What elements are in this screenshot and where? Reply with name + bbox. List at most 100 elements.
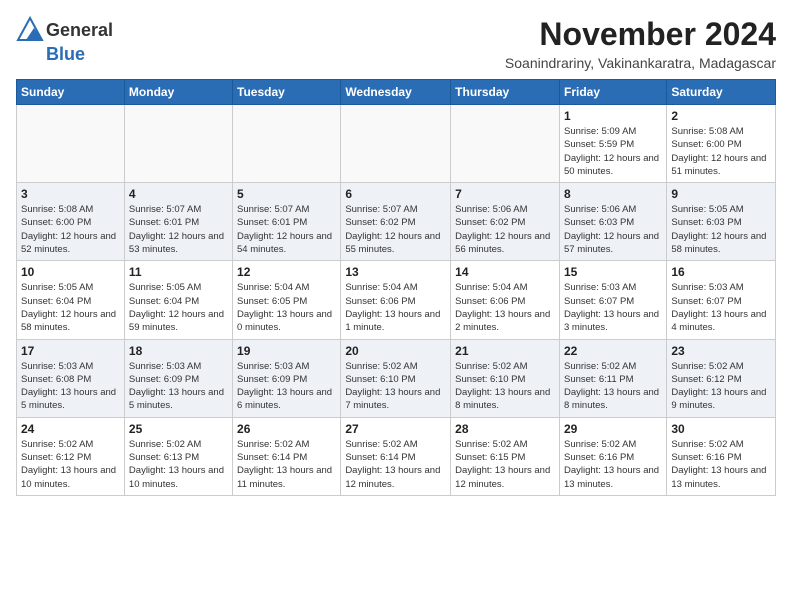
calendar-day-25: 25 Sunrise: 5:02 AM Sunset: 6:13 PM Dayli… (124, 417, 232, 495)
day-number: 13 (345, 265, 446, 279)
calendar-day-16: 16 Sunrise: 5:03 AM Sunset: 6:07 PM Dayli… (667, 261, 776, 339)
day-info: Sunrise: 5:07 AM Sunset: 6:01 PM Dayligh… (129, 203, 228, 256)
day-number: 30 (671, 422, 771, 436)
calendar-header-row: SundayMondayTuesdayWednesdayThursdayFrid… (17, 80, 776, 105)
calendar-empty-cell (233, 105, 341, 183)
day-info: Sunrise: 5:02 AM Sunset: 6:10 PM Dayligh… (455, 360, 555, 413)
calendar-day-1: 1Sunrise: 5:09 AM Sunset: 5:59 PM Daylig… (559, 105, 666, 183)
calendar-header-saturday: Saturday (667, 80, 776, 105)
day-info: Sunrise: 5:04 AM Sunset: 6:06 PM Dayligh… (345, 281, 446, 334)
day-info: Sunrise: 5:02 AM Sunset: 6:16 PM Dayligh… (671, 438, 771, 491)
calendar-day-20: 20 Sunrise: 5:02 AM Sunset: 6:10 PM Dayli… (341, 339, 451, 417)
calendar-empty-cell (341, 105, 451, 183)
day-info: Sunrise: 5:07 AM Sunset: 6:01 PM Dayligh… (237, 203, 336, 256)
calendar-header-sunday: Sunday (17, 80, 125, 105)
calendar-header-wednesday: Wednesday (341, 80, 451, 105)
calendar-header-thursday: Thursday (451, 80, 560, 105)
day-number: 6 (345, 187, 446, 201)
day-info: Sunrise: 5:03 AM Sunset: 6:08 PM Dayligh… (21, 360, 120, 413)
day-info: Sunrise: 5:02 AM Sunset: 6:15 PM Dayligh… (455, 438, 555, 491)
calendar-header-monday: Monday (124, 80, 232, 105)
day-info: Sunrise: 5:04 AM Sunset: 6:05 PM Dayligh… (237, 281, 336, 334)
calendar-day-3: 3 Sunrise: 5:08 AM Sunset: 6:00 PM Daylig… (17, 183, 125, 261)
day-info: Sunrise: 5:07 AM Sunset: 6:02 PM Dayligh… (345, 203, 446, 256)
calendar-header-friday: Friday (559, 80, 666, 105)
day-info: Sunrise: 5:05 AM Sunset: 6:03 PM Dayligh… (671, 203, 771, 256)
calendar-day-15: 15Sunrise: 5:03 AM Sunset: 6:07 PM Dayli… (559, 261, 666, 339)
day-info: Sunrise: 5:06 AM Sunset: 6:02 PM Dayligh… (455, 203, 555, 256)
header: General Blue November 2024 Soanindrariny… (16, 16, 776, 71)
day-number: 29 (564, 422, 662, 436)
calendar-day-8: 8 Sunrise: 5:06 AM Sunset: 6:03 PM Daylig… (559, 183, 666, 261)
day-number: 22 (564, 344, 662, 358)
calendar-empty-cell (124, 105, 232, 183)
calendar-day-26: 26 Sunrise: 5:02 AM Sunset: 6:14 PM Dayli… (233, 417, 341, 495)
calendar: SundayMondayTuesdayWednesdayThursdayFrid… (16, 79, 776, 496)
day-info: Sunrise: 5:02 AM Sunset: 6:11 PM Dayligh… (564, 360, 662, 413)
day-info: Sunrise: 5:08 AM Sunset: 6:00 PM Dayligh… (21, 203, 120, 256)
day-number: 16 (671, 265, 771, 279)
calendar-day-28: 28 Sunrise: 5:02 AM Sunset: 6:15 PM Dayli… (451, 417, 560, 495)
day-number: 12 (237, 265, 336, 279)
calendar-day-12: 12 Sunrise: 5:04 AM Sunset: 6:05 PM Dayli… (233, 261, 341, 339)
calendar-header-tuesday: Tuesday (233, 80, 341, 105)
calendar-day-7: 7Sunrise: 5:06 AM Sunset: 6:02 PM Daylig… (451, 183, 560, 261)
calendar-day-10: 10Sunrise: 5:05 AM Sunset: 6:04 PM Dayli… (17, 261, 125, 339)
title-area: November 2024 Soanindrariny, Vakinankara… (505, 16, 776, 71)
day-info: Sunrise: 5:03 AM Sunset: 6:09 PM Dayligh… (129, 360, 228, 413)
calendar-empty-cell (17, 105, 125, 183)
calendar-day-18: 18 Sunrise: 5:03 AM Sunset: 6:09 PM Dayli… (124, 339, 232, 417)
day-number: 25 (129, 422, 228, 436)
day-number: 15 (564, 265, 662, 279)
month-title: November 2024 (505, 16, 776, 53)
day-number: 19 (237, 344, 336, 358)
calendar-day-30: 30 Sunrise: 5:02 AM Sunset: 6:16 PM Dayli… (667, 417, 776, 495)
day-number: 23 (671, 344, 771, 358)
calendar-day-21: 21 Sunrise: 5:02 AM Sunset: 6:10 PM Dayli… (451, 339, 560, 417)
calendar-day-6: 6 Sunrise: 5:07 AM Sunset: 6:02 PM Daylig… (341, 183, 451, 261)
calendar-day-22: 22 Sunrise: 5:02 AM Sunset: 6:11 PM Dayli… (559, 339, 666, 417)
calendar-day-23: 23Sunrise: 5:02 AM Sunset: 6:12 PM Dayli… (667, 339, 776, 417)
calendar-day-29: 29 Sunrise: 5:02 AM Sunset: 6:16 PM Dayli… (559, 417, 666, 495)
day-number: 9 (671, 187, 771, 201)
day-number: 24 (21, 422, 120, 436)
day-number: 26 (237, 422, 336, 436)
day-number: 20 (345, 344, 446, 358)
calendar-day-4: 4 Sunrise: 5:07 AM Sunset: 6:01 PM Daylig… (124, 183, 232, 261)
day-info: Sunrise: 5:03 AM Sunset: 6:09 PM Dayligh… (237, 360, 336, 413)
day-number: 1 (564, 109, 662, 123)
calendar-day-14: 14Sunrise: 5:04 AM Sunset: 6:06 PM Dayli… (451, 261, 560, 339)
day-number: 3 (21, 187, 120, 201)
logo: General Blue (16, 16, 113, 65)
day-number: 18 (129, 344, 228, 358)
day-info: Sunrise: 5:08 AM Sunset: 6:00 PM Dayligh… (671, 125, 771, 178)
calendar-empty-cell (451, 105, 560, 183)
day-info: Sunrise: 5:02 AM Sunset: 6:10 PM Dayligh… (345, 360, 446, 413)
calendar-day-13: 13 Sunrise: 5:04 AM Sunset: 6:06 PM Dayli… (341, 261, 451, 339)
day-info: Sunrise: 5:02 AM Sunset: 6:13 PM Dayligh… (129, 438, 228, 491)
calendar-week-row: 24 Sunrise: 5:02 AM Sunset: 6:12 PM Dayli… (17, 417, 776, 495)
day-number: 5 (237, 187, 336, 201)
calendar-day-19: 19 Sunrise: 5:03 AM Sunset: 6:09 PM Dayli… (233, 339, 341, 417)
day-info: Sunrise: 5:03 AM Sunset: 6:07 PM Dayligh… (671, 281, 771, 334)
logo-general: General (46, 20, 113, 41)
location-title: Soanindrariny, Vakinankaratra, Madagasca… (505, 55, 776, 71)
day-info: Sunrise: 5:05 AM Sunset: 6:04 PM Dayligh… (129, 281, 228, 334)
logo-blue: Blue (46, 44, 85, 65)
day-number: 28 (455, 422, 555, 436)
calendar-week-row: 1Sunrise: 5:09 AM Sunset: 5:59 PM Daylig… (17, 105, 776, 183)
logo-icon (16, 16, 44, 44)
day-info: Sunrise: 5:06 AM Sunset: 6:03 PM Dayligh… (564, 203, 662, 256)
day-number: 8 (564, 187, 662, 201)
day-number: 10 (21, 265, 120, 279)
calendar-day-24: 24 Sunrise: 5:02 AM Sunset: 6:12 PM Dayli… (17, 417, 125, 495)
day-number: 4 (129, 187, 228, 201)
day-info: Sunrise: 5:02 AM Sunset: 6:14 PM Dayligh… (237, 438, 336, 491)
day-number: 21 (455, 344, 555, 358)
calendar-week-row: 17Sunrise: 5:03 AM Sunset: 6:08 PM Dayli… (17, 339, 776, 417)
day-info: Sunrise: 5:02 AM Sunset: 6:12 PM Dayligh… (21, 438, 120, 491)
day-info: Sunrise: 5:02 AM Sunset: 6:16 PM Dayligh… (564, 438, 662, 491)
day-number: 11 (129, 265, 228, 279)
calendar-day-11: 11 Sunrise: 5:05 AM Sunset: 6:04 PM Dayli… (124, 261, 232, 339)
calendar-week-row: 10 Sunrise: 5:05 AM Sunset: 6:04 PM Dayli… (17, 261, 776, 339)
